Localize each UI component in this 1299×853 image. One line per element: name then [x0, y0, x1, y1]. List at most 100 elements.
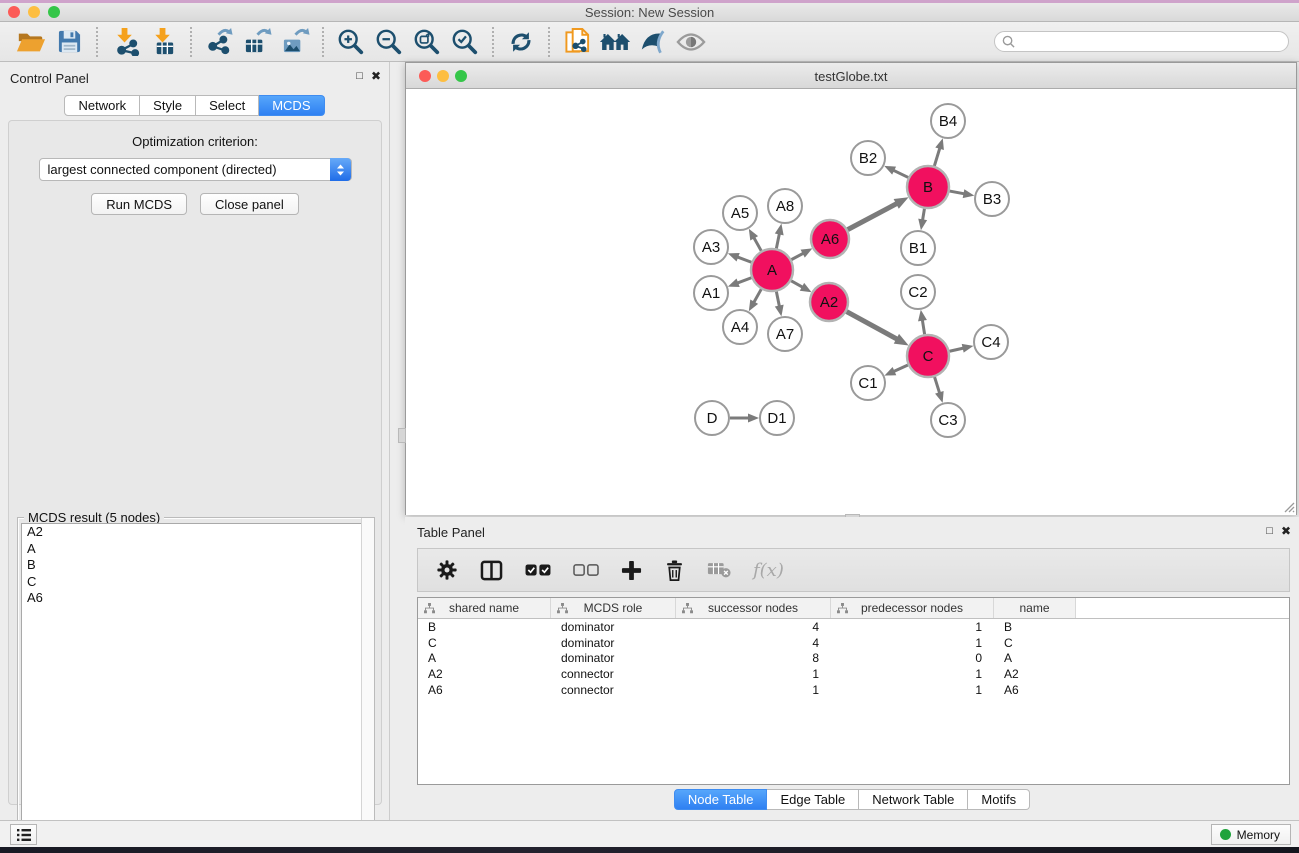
dropdown-stepper-icon [330, 158, 351, 181]
node-label-A7: A7 [776, 326, 794, 343]
tab-node-table[interactable]: Node Table [674, 789, 768, 810]
vertical-splitter-handle[interactable] [398, 428, 406, 443]
column-header-mcds-role[interactable]: MCDS role [551, 598, 676, 618]
tab-mcds[interactable]: MCDS [259, 95, 324, 116]
arrowhead-A-A3 [728, 253, 740, 261]
import-table-icon[interactable] [144, 26, 182, 58]
column-header-predecessor-nodes[interactable]: predecessor nodes [831, 598, 994, 618]
result-item[interactable]: B [22, 557, 370, 574]
main-toolbar [0, 22, 1299, 62]
settings-gear-icon[interactable] [436, 559, 458, 581]
table-row[interactable]: A6connector11A6 [418, 682, 1289, 698]
column-header-name[interactable]: name [994, 598, 1076, 618]
cell-shared-name: C [418, 636, 551, 650]
edge-A6-B[interactable] [848, 202, 899, 229]
mcds-result-list[interactable]: A2ABCA6 [21, 523, 371, 853]
close-panel-icon[interactable]: ✖ [371, 69, 381, 83]
run-mcds-button[interactable]: Run MCDS [91, 193, 187, 215]
node-label-B1: B1 [909, 240, 927, 257]
export-table-icon[interactable] [238, 26, 276, 58]
arrowhead-B-B3 [963, 189, 975, 198]
column-header-shared-name[interactable]: shared name [418, 598, 551, 618]
node-label-A6: A6 [821, 231, 839, 248]
window-resize-grip[interactable] [1281, 499, 1295, 513]
edge-B-B4[interactable] [934, 146, 940, 166]
delete-column-trash-icon[interactable] [664, 559, 685, 582]
close-table-panel-icon[interactable]: ✖ [1281, 524, 1291, 538]
edge-A2-C[interactable] [847, 312, 899, 341]
import-network-icon[interactable] [106, 26, 144, 58]
result-item[interactable]: C [22, 574, 370, 591]
result-item[interactable]: A6 [22, 590, 370, 607]
table-row[interactable]: Adominator80A [418, 651, 1289, 667]
float-panel-icon[interactable]: □ [356, 69, 363, 83]
tab-network[interactable]: Network [64, 95, 140, 116]
table-row[interactable]: Cdominator41C [418, 635, 1289, 651]
column-header-successor-nodes[interactable]: successor nodes [676, 598, 831, 618]
node-label-A3: A3 [702, 239, 720, 256]
memory-button[interactable]: Memory [1211, 824, 1291, 845]
app-titlebar: Session: New Session [0, 0, 1299, 22]
node-label-C3: C3 [938, 412, 957, 429]
network-graph[interactable]: B4B2BB3A5A8A6B1A3AC2A1A2A4A7C4CC1DD1C3 [406, 89, 1296, 515]
export-network-icon[interactable] [200, 26, 238, 58]
zoom-fit-icon[interactable] [408, 26, 446, 58]
mcds-result-groupbox: MCDS result (5 nodes) A2ABCA6 [17, 517, 375, 853]
float-table-panel-icon[interactable]: □ [1266, 524, 1273, 538]
home-icon[interactable] [596, 26, 634, 58]
control-panel: Control Panel □ ✖ NetworkStyleSelectMCDS… [0, 62, 390, 820]
select-all-columns-icon[interactable] [525, 564, 551, 576]
arrowhead-B-B1 [918, 219, 927, 231]
cell-successor-nodes: 1 [676, 667, 831, 681]
show-hide-eye-icon[interactable] [672, 26, 710, 58]
cell-name: A6 [994, 683, 1076, 697]
table-row[interactable]: A2connector11A2 [418, 666, 1289, 682]
zoom-in-icon[interactable] [332, 26, 370, 58]
window-title: Session: New Session [0, 5, 1299, 20]
cell-mcds-role: dominator [551, 620, 676, 634]
export-image-icon[interactable] [276, 26, 314, 58]
zoom-out-icon[interactable] [370, 26, 408, 58]
node-table[interactable]: shared nameMCDS rolesuccessor nodesprede… [417, 597, 1290, 785]
cell-predecessor-nodes: 1 [831, 620, 994, 634]
cell-predecessor-nodes: 0 [831, 651, 994, 665]
control-panel-tabs: NetworkStyleSelectMCDS [0, 95, 389, 116]
result-item[interactable]: A [22, 541, 370, 558]
cell-successor-nodes: 4 [676, 620, 831, 634]
close-panel-button[interactable]: Close panel [200, 193, 299, 215]
tab-edge-table[interactable]: Edge Table [767, 789, 859, 810]
criterion-dropdown[interactable]: largest connected component (directed) [39, 158, 352, 181]
tab-style[interactable]: Style [140, 95, 196, 116]
hide-graphics-details-icon[interactable] [634, 26, 672, 58]
add-column-icon[interactable] [621, 560, 642, 581]
cell-name: A [994, 651, 1076, 665]
network-window-titlebar[interactable]: testGlobe.txt [406, 63, 1296, 89]
zoom-selected-icon[interactable] [446, 26, 484, 58]
node-label-A5: A5 [731, 205, 749, 222]
node-label-D: D [707, 410, 718, 427]
memory-status-dot [1220, 829, 1231, 840]
search-input[interactable] [1015, 35, 1265, 49]
tab-network-table[interactable]: Network Table [859, 789, 968, 810]
split-table-icon[interactable] [480, 560, 503, 581]
arrowhead-C-C4 [962, 344, 974, 353]
save-session-icon[interactable] [50, 26, 88, 58]
tab-select[interactable]: Select [196, 95, 259, 116]
node-label-B3: B3 [983, 191, 1001, 208]
network-canvas[interactable]: B4B2BB3A5A8A6B1A3AC2A1A2A4A7C4CC1DD1C3 [406, 89, 1296, 515]
show-panels-list-button[interactable] [10, 824, 37, 845]
table-row[interactable]: Bdominator41B [418, 619, 1289, 635]
cell-shared-name: A2 [418, 667, 551, 681]
deselect-all-columns-icon[interactable] [573, 564, 599, 576]
table-panel-title: Table Panel [417, 525, 485, 540]
result-item[interactable]: A2 [22, 524, 370, 541]
result-list-scrollbar[interactable] [361, 518, 374, 853]
new-network-clone-icon[interactable] [558, 26, 596, 58]
function-builder-icon: f(x) [753, 560, 784, 581]
network-view-window: testGlobe.txt B4B2BB3A5A8A6B1A3AC2A1A2A4… [405, 62, 1297, 515]
refresh-layout-icon[interactable] [502, 26, 540, 58]
toolbar-search-box[interactable] [994, 31, 1289, 52]
tab-motifs[interactable]: Motifs [968, 789, 1030, 810]
node-label-B4: B4 [939, 113, 957, 130]
open-session-icon[interactable] [12, 26, 50, 58]
